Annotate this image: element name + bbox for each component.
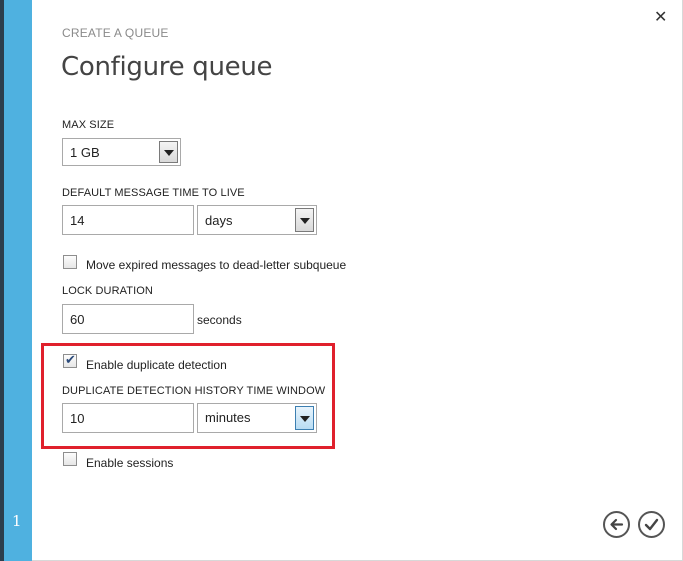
- duplicate-window-value: 10: [70, 411, 85, 426]
- ttl-unit-select[interactable]: days: [197, 205, 317, 235]
- duplicate-window-unit-value: minutes: [205, 410, 251, 425]
- ttl-value: 14: [70, 213, 85, 228]
- chevron-down-icon: [300, 416, 310, 422]
- ttl-input[interactable]: 14: [62, 205, 194, 235]
- ttl-unit-dropdown-button[interactable]: [295, 208, 314, 232]
- ttl-unit-value: days: [205, 213, 233, 228]
- duplicate-window-input[interactable]: 10: [62, 403, 194, 433]
- max-size-dropdown-button[interactable]: [159, 141, 178, 163]
- page-title: Configure queue: [61, 52, 273, 82]
- max-size-label: MAX SIZE: [62, 119, 115, 131]
- max-size-value: 1 GB: [70, 145, 100, 160]
- duplicate-detection-label: Enable duplicate detection: [86, 358, 227, 372]
- confirm-button[interactable]: [638, 511, 665, 538]
- sessions-checkbox[interactable]: [63, 452, 77, 466]
- chevron-down-icon: [300, 218, 310, 224]
- duplicate-window-label: DUPLICATE DETECTION HISTORY TIME WINDOW: [62, 385, 326, 397]
- lock-duration-label: LOCK DURATION: [62, 285, 153, 297]
- lock-duration-value: 60: [70, 312, 85, 327]
- checkmark-icon: [644, 518, 659, 531]
- dialog-frame: [32, 0, 683, 561]
- step-number: 1: [12, 512, 22, 530]
- ttl-label: DEFAULT MESSAGE TIME TO LIVE: [62, 187, 245, 199]
- back-arrow-icon: [610, 518, 624, 531]
- close-icon[interactable]: ✕: [654, 10, 667, 26]
- duplicate-window-unit-dropdown-button[interactable]: [295, 406, 314, 430]
- lock-duration-unit: seconds: [197, 313, 242, 327]
- dead-letter-label: Move expired messages to dead-letter sub…: [86, 258, 347, 272]
- max-size-select[interactable]: 1 GB: [62, 138, 181, 166]
- lock-duration-input[interactable]: 60: [62, 304, 194, 334]
- duplicate-detection-checkbox[interactable]: ✔: [63, 352, 77, 368]
- duplicate-window-unit-select[interactable]: minutes: [197, 403, 317, 433]
- dead-letter-checkbox[interactable]: [63, 255, 77, 269]
- dialog-subtitle: CREATE A QUEUE: [62, 26, 169, 40]
- back-button[interactable]: [603, 511, 630, 538]
- chevron-down-icon: [164, 150, 174, 156]
- checkmark-icon: ✔: [65, 352, 76, 367]
- sessions-label: Enable sessions: [86, 456, 174, 470]
- wizard-step-rail: 1: [4, 0, 32, 561]
